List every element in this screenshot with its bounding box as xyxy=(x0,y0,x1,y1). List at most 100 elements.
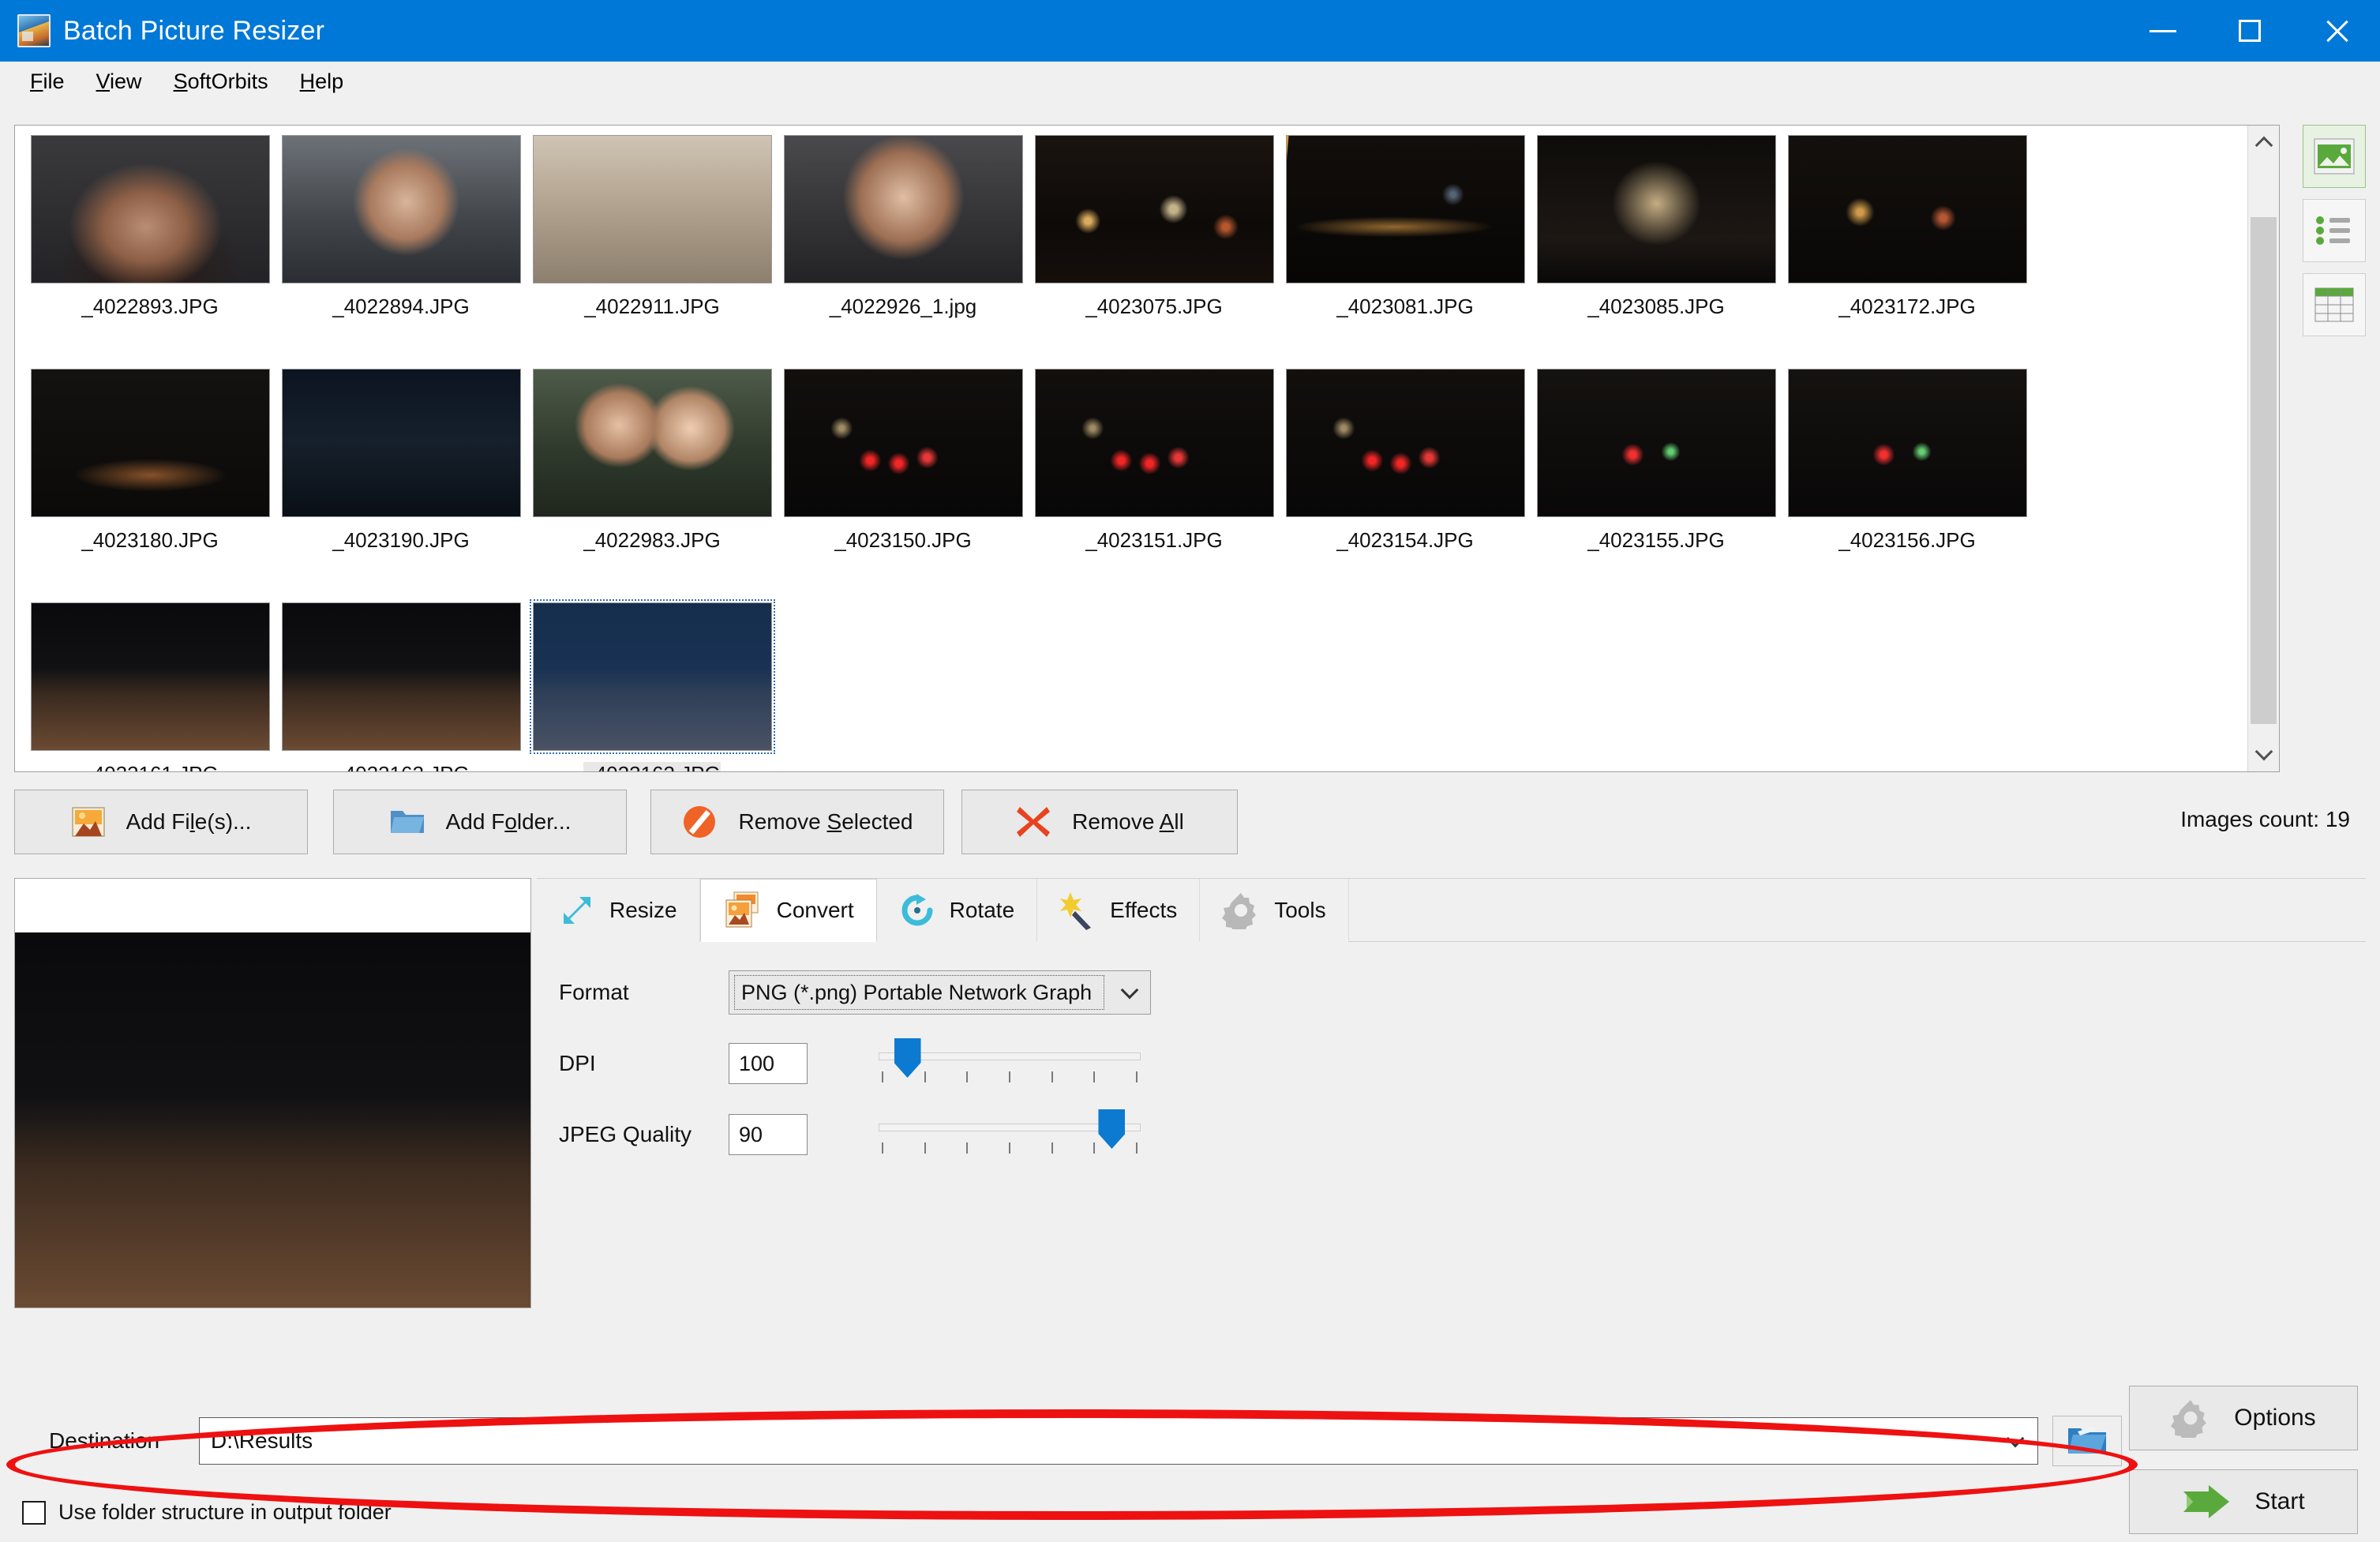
jpeg-quality-input[interactable]: 90 xyxy=(729,1114,808,1155)
rotate-icon xyxy=(901,894,933,926)
scrollbar-thumb[interactable] xyxy=(2251,217,2277,724)
destination-chevron-down-icon[interactable] xyxy=(1993,1429,2037,1447)
dpi-row: DPI 100 xyxy=(559,1038,1141,1086)
magic-wand-icon xyxy=(1060,892,1092,930)
thumbnail-item[interactable]: _4022893.JPG xyxy=(28,135,272,362)
jpeg-quality-slider[interactable] xyxy=(879,1109,1141,1157)
menu-view[interactable]: View xyxy=(81,65,158,99)
dpi-slider-ticks xyxy=(882,1071,1138,1082)
dpi-slider[interactable] xyxy=(879,1038,1141,1086)
menu-bar: File View SoftOrbits Help xyxy=(0,62,2380,103)
browse-folder-icon xyxy=(2068,1427,2106,1454)
browse-folder-button[interactable] xyxy=(2052,1416,2122,1466)
thumbnail-filename: _4023151.JPG xyxy=(1085,528,1223,552)
menu-file[interactable]: File xyxy=(14,65,81,99)
thumbnail-image xyxy=(1034,135,1274,283)
tab-rotate[interactable]: Rotate xyxy=(876,879,1038,942)
scroll-down-button[interactable] xyxy=(2248,737,2279,771)
thumbnail-item[interactable]: _4022926_1.jpg xyxy=(781,135,1025,362)
thumbnail-item[interactable]: _4023154.JPG xyxy=(1283,369,1527,596)
dpi-input[interactable]: 100 xyxy=(729,1043,808,1084)
tab-convert[interactable]: Convert xyxy=(699,879,877,942)
menu-help[interactable]: Help xyxy=(284,65,360,99)
thumbnail-item[interactable]: _4023161.JPG xyxy=(28,602,272,771)
scroll-up-button[interactable] xyxy=(2248,126,2279,160)
thumbnail-filename: _4022926_1.jpg xyxy=(829,295,977,318)
maximize-button[interactable] xyxy=(2206,0,2293,62)
add-image-icon xyxy=(72,807,105,837)
resize-arrow-icon xyxy=(564,897,590,924)
thumbnail-item[interactable]: _4023081.JPG xyxy=(1283,135,1527,362)
thumbnail-image xyxy=(281,135,521,283)
thumbnail-image xyxy=(1034,369,1274,517)
tab-tools[interactable]: Tools xyxy=(1200,879,1349,942)
maximize-icon xyxy=(2239,20,2261,42)
thumbnail-filename: _4023075.JPG xyxy=(1085,295,1223,318)
thumbnail-item[interactable]: _4022983.JPG xyxy=(530,369,774,596)
thumbnail-item[interactable]: _4023162.JPG xyxy=(279,602,523,771)
chevron-down-icon[interactable] xyxy=(1109,971,1150,1014)
gear-icon xyxy=(1222,893,1257,929)
thumbnail-item[interactable]: _4022911.JPG xyxy=(530,135,774,362)
thumbnail-filename: _4023150.JPG xyxy=(834,528,972,552)
image-preview-panel[interactable] xyxy=(14,878,531,1308)
thumbnail-image xyxy=(783,135,1023,283)
remove-all-button[interactable]: Remove All xyxy=(961,790,1238,854)
destination-combobox[interactable]: D:\Results xyxy=(199,1417,2038,1465)
thumbnail-item[interactable]: _4023190.JPG xyxy=(279,369,523,596)
format-combobox[interactable]: PNG (*.png) Portable Network Graph xyxy=(729,970,1151,1015)
window-controls xyxy=(2120,0,2380,62)
add-files-button[interactable]: Add File(s)... xyxy=(14,790,308,854)
remove-selected-button[interactable]: Remove Selected xyxy=(650,790,944,854)
list-view-icon xyxy=(2316,216,2350,245)
preview-image xyxy=(15,932,530,1308)
close-icon xyxy=(2323,17,2350,44)
green-arrow-icon xyxy=(2183,1485,2230,1518)
thumbnail-view-button[interactable] xyxy=(2303,125,2366,188)
thumbnail-item[interactable]: _4023085.JPG xyxy=(1534,135,1778,362)
use-folder-structure-checkbox[interactable] xyxy=(22,1500,46,1525)
app-icon xyxy=(17,14,51,47)
thumbnail-item[interactable]: _4023172.JPG xyxy=(1785,135,2030,362)
start-label: Start xyxy=(2254,1488,2305,1514)
tab-effects[interactable]: Effects xyxy=(1037,879,1201,942)
thumbnail-filename: _4023155.JPG xyxy=(1587,528,1725,552)
minimize-icon xyxy=(2149,29,2176,32)
thumbnail-item[interactable]: _4023180.JPG xyxy=(28,369,272,596)
scrollbar-track[interactable] xyxy=(2248,160,2279,737)
list-view-button[interactable] xyxy=(2303,199,2366,262)
settings-tab-host: Resize Convert Rotate Effects Tools Form… xyxy=(537,878,2366,1305)
thumbnail-item[interactable]: _4023075.JPG xyxy=(1032,135,1276,362)
close-button[interactable] xyxy=(2293,0,2380,62)
thumbnail-filename: _4023154.JPG xyxy=(1336,528,1474,552)
thumbnail-filename: _4023163.JPG xyxy=(583,762,721,771)
no-entry-icon xyxy=(684,806,716,838)
thumbnail-grid[interactable]: _4022893.JPG _4022894.JPG _4022911.JPG _402… xyxy=(15,126,2247,771)
image-list-scrollbar[interactable] xyxy=(2247,126,2279,771)
thumbnail-item[interactable]: _4022894.JPG xyxy=(279,135,523,362)
destination-value[interactable]: D:\Results xyxy=(200,1428,1993,1454)
minimize-button[interactable] xyxy=(2120,0,2206,62)
thumbnail-item[interactable]: _4023151.JPG xyxy=(1032,369,1276,596)
tab-resize[interactable]: Resize xyxy=(537,879,700,942)
thumbnail-item[interactable]: _4023155.JPG xyxy=(1534,369,1778,596)
thumbnail-item[interactable]: _4023150.JPG xyxy=(781,369,1025,596)
thumbnail-filename: _4022894.JPG xyxy=(332,295,470,318)
thumbnail-filename: _4023161.JPG xyxy=(81,762,218,771)
thumbnail-image xyxy=(1536,135,1776,283)
thumbnail-filename: _4023172.JPG xyxy=(1838,295,1976,318)
convert-tab-panel: Format PNG (*.png) Portable Network Grap… xyxy=(537,942,2366,1305)
options-button[interactable]: Options xyxy=(2129,1386,2358,1450)
add-folder-button[interactable]: Add Folder... xyxy=(333,790,627,854)
start-button[interactable]: Start xyxy=(2129,1469,2358,1534)
menu-softorbits[interactable]: SoftOrbits xyxy=(158,65,284,99)
details-view-button[interactable] xyxy=(2303,273,2366,336)
chevron-down-icon xyxy=(2254,742,2273,761)
thumbnail-filename: _4023085.JPG xyxy=(1587,295,1725,318)
thumbnail-filename: _4023081.JPG xyxy=(1336,295,1474,318)
thumbnail-image xyxy=(30,135,270,283)
thumbnail-item[interactable]: _4023156.JPG xyxy=(1785,369,2030,596)
use-folder-structure-row[interactable]: Use folder structure in output folder xyxy=(22,1500,392,1525)
thumbnail-item[interactable]: _4023163.JPG xyxy=(529,599,775,771)
tab-effects-label: Effects xyxy=(1110,898,1178,922)
